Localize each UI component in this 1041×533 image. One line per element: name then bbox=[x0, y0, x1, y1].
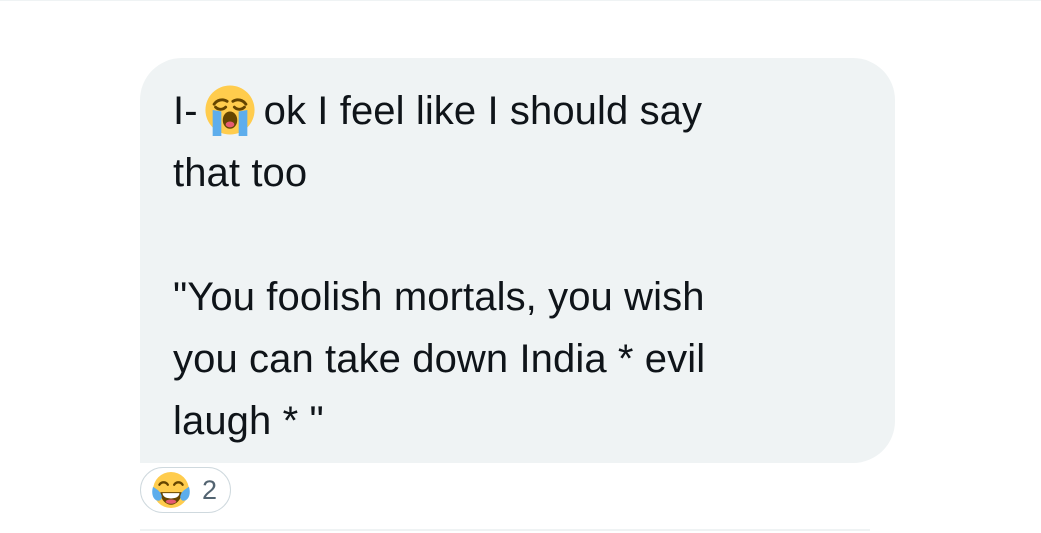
message-prefix: I- bbox=[173, 89, 198, 133]
message-line-1: I- ok I feel like I should say bbox=[173, 80, 865, 142]
top-divider bbox=[0, 0, 1041, 1]
message-line-6: laugh * " bbox=[173, 399, 324, 443]
message-line-4: "You foolish mortals, you wish bbox=[173, 275, 705, 319]
message-line-5: you can take down India * evil bbox=[173, 337, 706, 381]
reaction-count: 2 bbox=[202, 474, 218, 505]
message-bubble[interactable]: I- ok I feel like I should say that too … bbox=[140, 58, 895, 463]
loudly-crying-face-icon bbox=[205, 85, 255, 136]
message-suffix: ok I feel like I should say bbox=[263, 89, 703, 133]
face-with-tears-of-joy-icon bbox=[152, 472, 190, 508]
bottom-divider bbox=[140, 529, 870, 531]
reaction-button[interactable]: 2 bbox=[140, 467, 231, 513]
message-line-2: that too bbox=[173, 151, 308, 195]
